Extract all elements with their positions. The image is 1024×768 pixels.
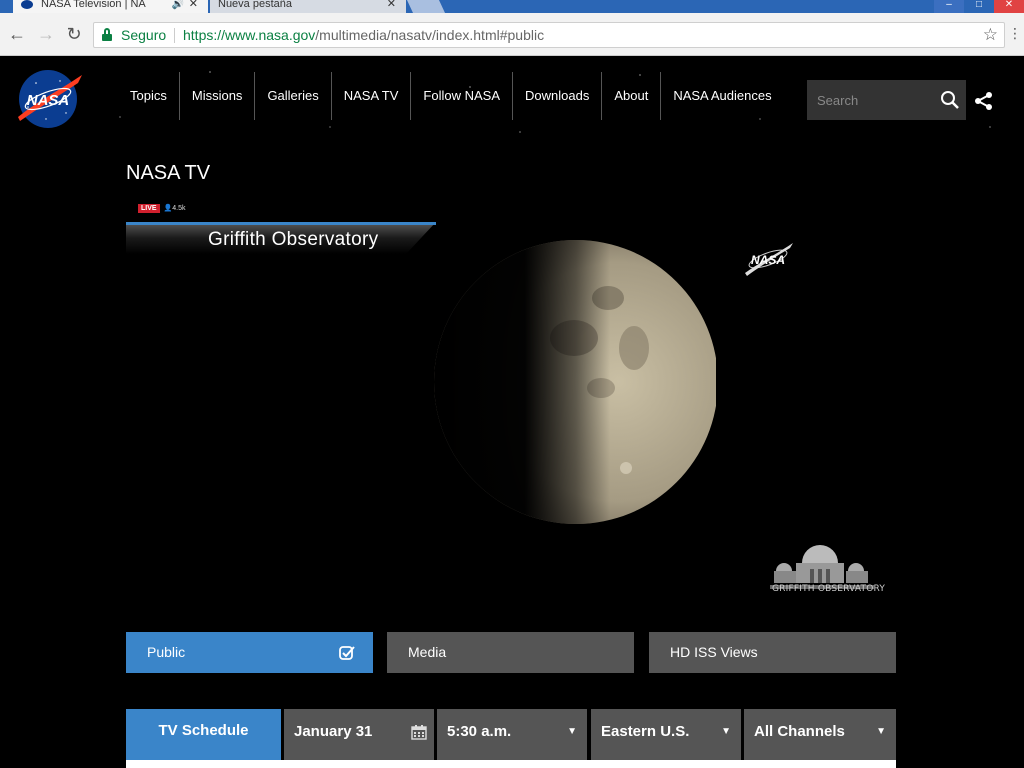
tv-schedule-title: TV Schedule — [126, 709, 281, 761]
tab-label: Public — [147, 644, 186, 660]
calendar-icon[interactable] — [411, 724, 427, 740]
search-box — [807, 80, 966, 120]
nav-about[interactable]: About — [602, 72, 662, 120]
tab-title: Nueva pestaña — [218, 0, 292, 10]
lunar-eclipse-moon — [434, 240, 716, 524]
address-separator — [174, 28, 175, 43]
banner-title: Griffith Observatory — [208, 229, 379, 250]
tab-public[interactable]: Public — [126, 632, 373, 673]
speaker-icon[interactable]: 🔊 — [172, 0, 184, 10]
main-navigation: Topics Missions Galleries NASA TV Follow… — [118, 72, 784, 120]
live-label: LIVE — [138, 203, 160, 213]
tab-hd-iss-views[interactable]: HD ISS Views — [649, 632, 896, 673]
tv-schedule-bar: TV Schedule January 31 5:30 a.m. ▼ Easte… — [126, 709, 896, 761]
nav-follow-nasa[interactable]: Follow NASA — [411, 72, 513, 120]
maximize-button[interactable]: □ — [964, 0, 994, 13]
lock-icon — [102, 28, 112, 41]
svg-text:NASA: NASA — [27, 92, 70, 109]
channel-tabs: Public Media HD ISS Views — [126, 632, 896, 673]
checkbox-checked-icon — [339, 646, 355, 660]
browser-toolbar: ← → ↻ Seguro https://www.nasa.gov/multim… — [0, 13, 1024, 56]
close-window-button[interactable]: ✕ — [994, 0, 1024, 13]
viewer-count: 4.5k — [172, 204, 186, 212]
tab-title: NASA Television | NA — [41, 0, 146, 10]
schedule-content-edge — [126, 760, 896, 768]
date-picker[interactable]: January 31 — [284, 709, 434, 761]
date-value: January 31 — [294, 723, 373, 740]
channel-filter-value: All Channels — [754, 723, 845, 740]
nav-nasa-audiences[interactable]: NASA Audiences — [661, 72, 783, 120]
page-title: NASA TV — [126, 162, 211, 184]
browser-tab-strip: NASA Television | NA 🔊 ✕ Nueva pestaña ✕… — [0, 0, 1024, 13]
browser-tab-active[interactable]: NASA Television | NA 🔊 ✕ — [13, 0, 208, 13]
griffith-logo-text: GRIFFITH OBSERVATORY — [772, 584, 886, 594]
address-bar[interactable]: Seguro https://www.nasa.gov/multimedia/n… — [93, 22, 1005, 48]
nasa-page: NASA Topics Missions Galleries NASA TV F… — [0, 57, 1024, 768]
bookmark-star-icon[interactable]: ☆ — [983, 23, 998, 47]
search-input[interactable] — [807, 80, 932, 120]
svg-text:NASA: NASA — [751, 253, 785, 267]
reload-icon[interactable]: ↻ — [63, 23, 85, 45]
url-host: https://www.nasa.gov — [183, 27, 316, 43]
dropdown-arrow-icon: ▼ — [721, 726, 731, 737]
forward-arrow-icon[interactable]: → — [35, 23, 57, 45]
tab-label: HD ISS Views — [670, 644, 758, 660]
window-controls: – □ ✕ — [934, 0, 1024, 13]
channel-filter-select[interactable]: All Channels ▼ — [744, 709, 896, 761]
nav-galleries[interactable]: Galleries — [255, 72, 332, 120]
search-icon[interactable] — [940, 90, 960, 110]
time-select[interactable]: 5:30 a.m. ▼ — [437, 709, 587, 761]
url-text[interactable]: https://www.nasa.gov/multimedia/nasatv/i… — [183, 23, 544, 47]
viewer-icon: 👤 — [163, 205, 173, 212]
share-icon[interactable] — [974, 91, 994, 111]
live-badge: LIVE 👤 4.5k — [138, 203, 186, 213]
close-tab-icon[interactable]: ✕ — [189, 0, 198, 10]
time-value: 5:30 a.m. — [447, 723, 512, 740]
url-path: /multimedia/nasatv/index.html#public — [315, 27, 545, 43]
security-label: Seguro — [121, 27, 167, 43]
dropdown-arrow-icon: ▼ — [876, 726, 886, 737]
new-tab-button[interactable] — [406, 0, 446, 13]
dropdown-arrow-icon: ▼ — [567, 726, 577, 737]
nav-downloads[interactable]: Downloads — [513, 72, 603, 120]
video-player[interactable]: LIVE 👤 4.5k Griffith Observatory NASA GR… — [126, 200, 896, 620]
back-arrow-icon[interactable]: ← — [6, 23, 28, 45]
browser-menu-icon[interactable]: ⋮ — [1008, 25, 1022, 42]
nasa-watermark-icon: NASA — [745, 243, 793, 276]
nasa-logo[interactable]: NASA — [16, 69, 84, 129]
nasa-favicon-icon — [21, 0, 33, 9]
close-tab-icon[interactable]: ✕ — [387, 0, 396, 10]
tab-media[interactable]: Media — [387, 632, 634, 673]
timezone-select[interactable]: Eastern U.S. ▼ — [591, 709, 741, 761]
tab-label: Media — [408, 644, 447, 660]
nav-nasa-tv[interactable]: NASA TV — [332, 72, 412, 120]
nav-missions[interactable]: Missions — [180, 72, 256, 120]
timezone-value: Eastern U.S. — [601, 723, 690, 740]
browser-tab-inactive[interactable]: Nueva pestaña ✕ — [210, 0, 406, 13]
minimize-button[interactable]: – — [934, 0, 964, 13]
nav-topics[interactable]: Topics — [118, 72, 180, 120]
